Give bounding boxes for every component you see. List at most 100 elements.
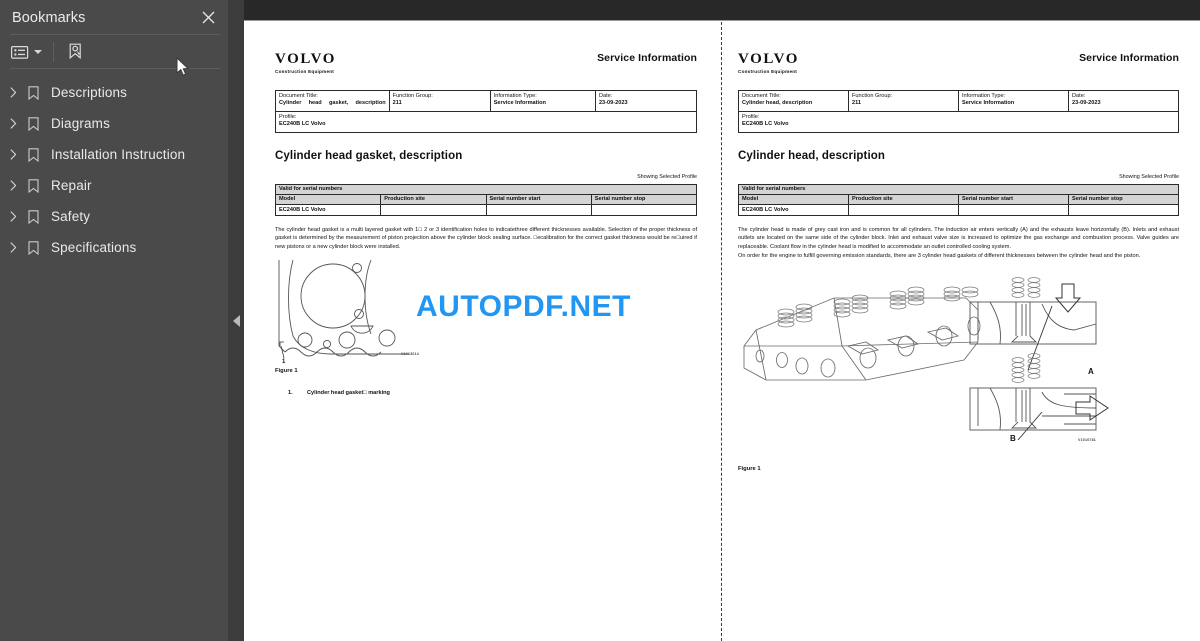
volvo-tagline: Construction Equipment (738, 69, 798, 74)
date-value: 23-09-2023 (598, 100, 628, 107)
close-icon[interactable] (196, 5, 220, 29)
cell-function-group: Function Group: 211 (848, 89, 959, 112)
volvo-wordmark: VOLVO (275, 51, 337, 67)
date-label: Date: (598, 92, 613, 99)
page-title: Cylinder head gasket, description (275, 149, 463, 162)
cell-profile: Profile: EC240B LC Volvo (738, 110, 1179, 133)
chevron-right-icon-glyph (10, 149, 16, 160)
cell-date: Date: 23-09-2023 (1068, 89, 1179, 112)
bookmark-icon-glyph (27, 178, 39, 193)
table-header-row: Model Production site Serial number star… (274, 193, 698, 205)
cell-production-site (380, 203, 487, 216)
bookmark-item-specifications[interactable]: Specifications (0, 232, 228, 263)
table-row: Profile: EC240B LC Volvo (738, 110, 1179, 133)
service-information-heading: Service Information (1079, 52, 1179, 64)
chevron-right-icon-glyph (10, 211, 16, 222)
list-options-icon[interactable] (9, 39, 44, 65)
bookmark-icon (22, 209, 44, 224)
sidebar-title: Bookmarks (12, 9, 86, 26)
page-header: VOLVO Construction Equipment Service Inf… (275, 52, 697, 75)
figure-caption: Figure 1 (738, 466, 761, 473)
chevron-down-icon (34, 50, 42, 54)
profile-label: Profile: (279, 113, 297, 120)
page-title: Cylinder head, description (738, 149, 886, 162)
information-type-value: Service Information (493, 100, 546, 107)
volvo-wordmark: VOLVO (738, 51, 800, 67)
bookmark-item-descriptions[interactable]: Descriptions (0, 77, 228, 108)
cell-document-title: Document Title: Cylinder head gasket, de… (275, 89, 390, 112)
sidebar-collapse-handle[interactable] (228, 0, 244, 641)
column-header-serial-start: Serial number start (485, 193, 592, 205)
document-info-table: Document Title: Cylinder head, descripti… (738, 89, 1179, 133)
information-type-label: Information Type: (962, 92, 1006, 99)
valve-section-svg (969, 277, 1109, 441)
column-header-model: Model (274, 193, 382, 205)
figure-caption: Figure 1 (275, 367, 298, 374)
bookmark-item-repair[interactable]: Repair (0, 170, 228, 201)
find-bookmark-icon[interactable] (65, 39, 88, 65)
bookmark-item-label: Descriptions (51, 85, 128, 100)
document-page-1: VOLVO Construction Equipment Service Inf… (244, 22, 721, 641)
cell-information-type: Information Type: Service Information (958, 89, 1069, 112)
bookmark-item-diagrams[interactable]: Diagrams (0, 108, 228, 139)
table-header-row: Model Production site Serial number star… (738, 193, 1179, 205)
chevron-right-icon[interactable] (4, 87, 22, 98)
function-group-label: Function Group: (852, 92, 893, 99)
body-paragraph: The cylinder head gasket is a multi laye… (275, 226, 697, 251)
cell-production-site (848, 203, 959, 216)
bookmark-icon (22, 178, 44, 193)
table-caption-row: Valid for serial numbers (275, 183, 697, 195)
showing-selected-profile: Showing Selected Profile (637, 173, 697, 180)
chevron-left-icon (232, 314, 240, 327)
profile-value: EC240B LC Volvo (742, 121, 789, 128)
table-row: Document Title: Cylinder head, descripti… (738, 89, 1179, 112)
cell-information-type: Information Type: Service Information (489, 89, 596, 112)
chevron-right-icon[interactable] (4, 149, 22, 160)
date-value: 23-09-2023 (1072, 100, 1101, 107)
column-header-serial-start: Serial number start (958, 193, 1069, 205)
figure-legend-item: 1. Cylinder head gasket□ marking (275, 390, 697, 396)
volvo-logo: VOLVO Construction Equipment (738, 52, 799, 75)
body-paragraph: The cylinder head is made of grey cast i… (738, 226, 1179, 251)
bookmark-item-label: Installation Instruction (51, 147, 186, 162)
table-row: EC240B LC Volvo (738, 203, 1179, 216)
chevron-right-icon[interactable] (4, 211, 22, 222)
chevron-right-icon[interactable] (4, 242, 22, 253)
figure-cylinder-head-drawing: A B V1010781 (738, 274, 1179, 452)
function-group-value: 211 (852, 100, 862, 107)
chevron-right-icon-glyph (10, 87, 16, 98)
function-group-value: 211 (392, 100, 402, 107)
bookmark-item-safety[interactable]: Safety (0, 201, 228, 232)
date-label: Date: (1072, 92, 1086, 99)
legend-text: Cylinder head gasket□ marking (307, 389, 390, 396)
cell-serial-stop (1068, 203, 1179, 216)
legend-number: 1. (288, 389, 293, 396)
figure-callout-1: 1 (282, 359, 286, 364)
figure-gasket-drawing: 1 V1013014 (275, 258, 697, 365)
chevron-right-icon-glyph (10, 118, 16, 129)
serial-table-caption: Valid for serial numbers (275, 183, 697, 195)
volvo-tagline: Construction Equipment (275, 69, 335, 74)
document-info-table: Document Title: Cylinder head gasket, de… (275, 89, 698, 133)
column-header-serial-stop: Serial number stop (590, 193, 698, 205)
document-viewer: VOLVO Construction Equipment Service Inf… (244, 0, 1200, 641)
bookmark-icon-glyph (27, 147, 39, 162)
bookmark-icon (22, 240, 44, 255)
bookmark-item-label: Safety (51, 209, 91, 224)
profile-label: Profile: (742, 113, 760, 120)
chevron-right-icon[interactable] (4, 180, 22, 191)
document-page-2: VOLVO Construction Equipment Service Inf… (722, 22, 1199, 641)
cell-date: Date: 23-09-2023 (594, 89, 698, 112)
chevron-right-icon[interactable] (4, 118, 22, 129)
document-title-value: Cylinder head gasket, description (279, 100, 386, 107)
bookmark-icon-glyph (27, 85, 39, 100)
serial-numbers-table: Valid for serial numbers Model Productio… (738, 183, 1179, 216)
figure-reference-code: V1013014 (401, 351, 419, 356)
sidebar-header: Bookmarks (0, 0, 228, 35)
toolbar-divider (10, 68, 220, 69)
document-title-value: Cylinder head, description (742, 100, 813, 107)
bookmark-list: Descriptions Diagrams Installation Instr… (0, 69, 228, 263)
bookmark-item-installation-instruction[interactable]: Installation Instruction (0, 139, 228, 170)
gasket-drawing-svg: 1 (278, 259, 409, 365)
figure-letter-b: B (1010, 434, 1016, 444)
